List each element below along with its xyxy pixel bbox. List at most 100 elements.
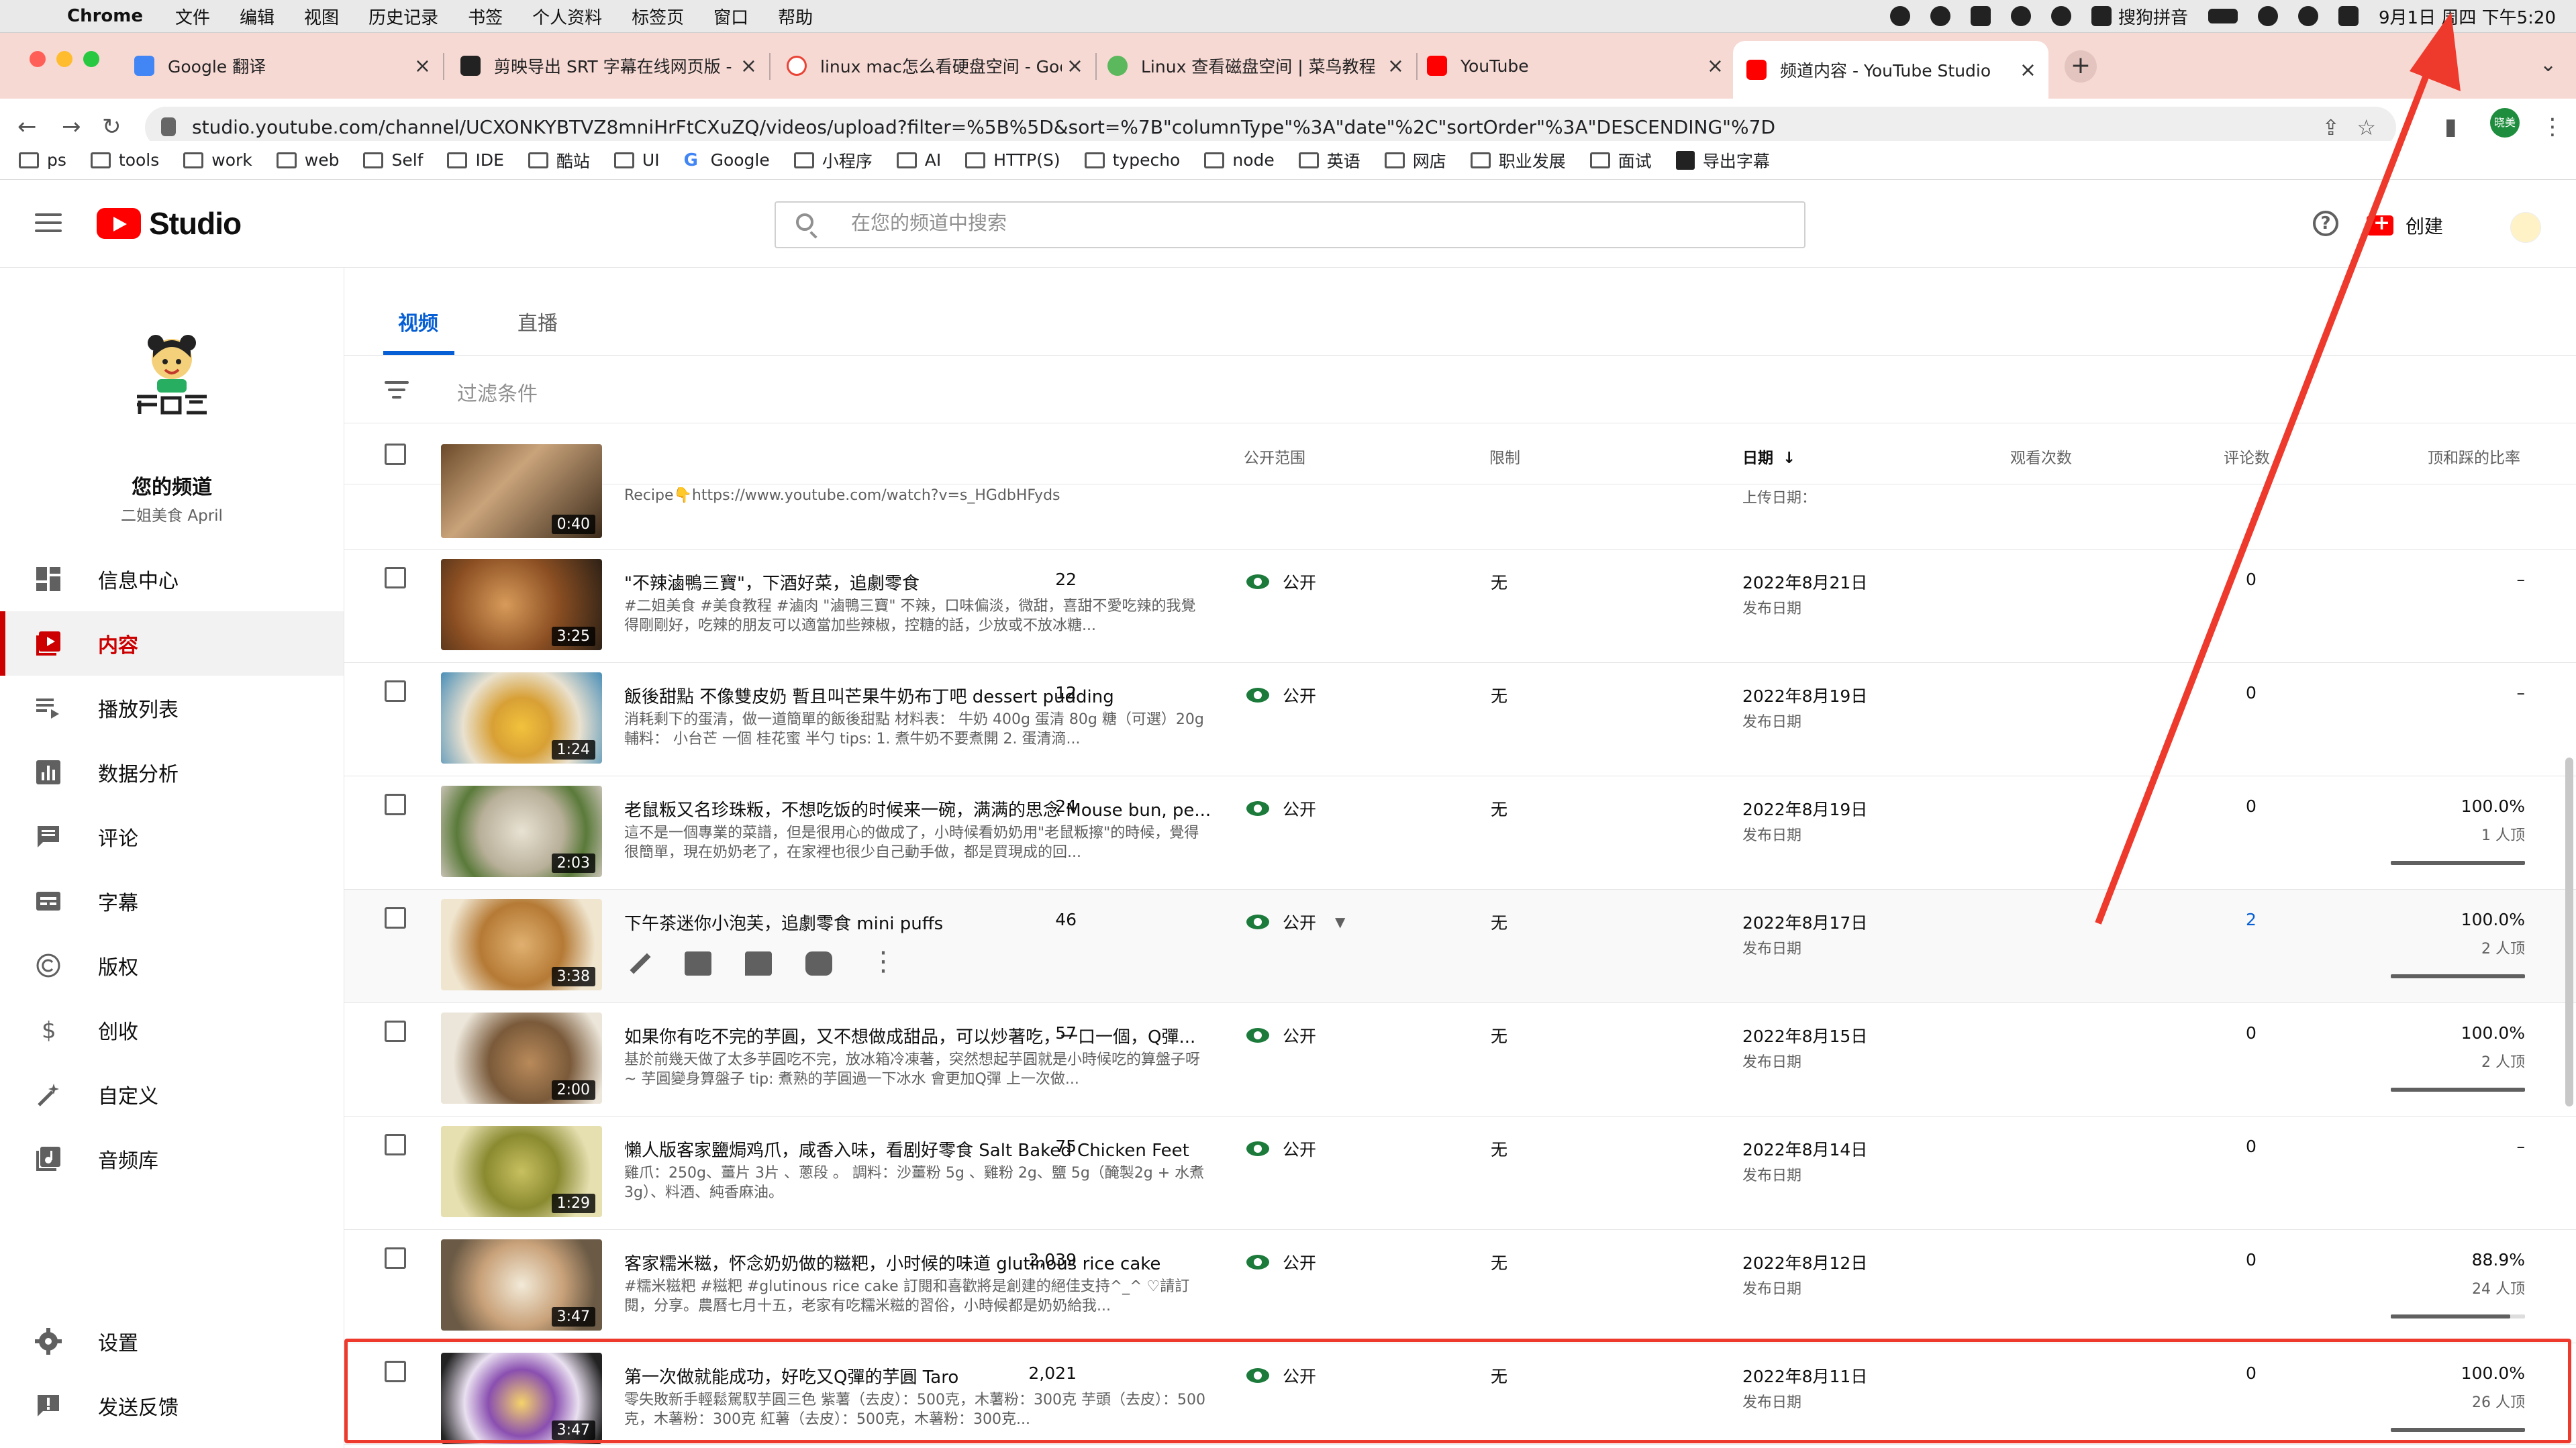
- sidebar-item-playlists[interactable]: 播放列表: [0, 676, 344, 740]
- menu-tab[interactable]: 标签页: [632, 4, 684, 29]
- table-row[interactable]: 2:03 老鼠粄又名珍珠粄，不想吃饭的时候来一碗，满满的思念 Mouse bun…: [344, 776, 2576, 890]
- studio-brand[interactable]: Studio: [149, 205, 242, 242]
- sogou-ime[interactable]: 搜狗拼音: [2091, 4, 2188, 29]
- hamburger-menu-icon[interactable]: [35, 213, 62, 238]
- youtube-logo-icon[interactable]: [97, 208, 141, 239]
- video-title[interactable]: 下午茶迷你小泡芙，追劇零食 mini puffs: [624, 910, 1215, 935]
- filter-icon[interactable]: [385, 381, 409, 403]
- window-minimize-button[interactable]: [56, 51, 72, 67]
- video-thumbnail[interactable]: 2:03: [441, 786, 602, 877]
- video-title[interactable]: 老鼠粄又名珍珠粄，不想吃饭的时候来一碗，满满的思念 Mouse bun, pe.…: [624, 796, 1215, 821]
- tab-youtube-studio[interactable]: 频道内容 - YouTube Studio ×: [1733, 41, 2048, 99]
- menu-edit[interactable]: 编辑: [240, 4, 275, 29]
- video-thumbnail[interactable]: 3:47: [441, 1239, 602, 1331]
- row-checkbox[interactable]: [385, 1247, 406, 1269]
- bookmark-folder[interactable]: 网店: [1384, 148, 1446, 172]
- bookmark-folder[interactable]: web: [276, 150, 339, 170]
- visibility-status[interactable]: 公开: [1246, 796, 1316, 821]
- bookmark-star-icon[interactable]: ☆: [2357, 115, 2376, 140]
- control-center-icon[interactable]: [2338, 6, 2359, 26]
- tab-runoob[interactable]: Linux 查看磁盘空间 | 菜鸟教程 ×: [1107, 41, 1418, 91]
- bookmark-folder[interactable]: IDE: [447, 150, 504, 170]
- menu-help[interactable]: 帮助: [778, 4, 813, 29]
- column-visibility[interactable]: 公开范围: [1244, 445, 1305, 468]
- visibility-status[interactable]: 公开: [1246, 1023, 1316, 1047]
- search-icon[interactable]: [796, 213, 813, 231]
- video-title[interactable]: 懶人版客家鹽焗鸡爪，咸香入味，看剧好零食 Salt Baked Chicken …: [624, 1137, 1215, 1161]
- tab-google-translate[interactable]: Google 翻译 ×: [134, 41, 444, 91]
- visibility-status[interactable]: 公开: [1246, 1137, 1316, 1161]
- menu-file[interactable]: 文件: [175, 4, 210, 29]
- lock-icon[interactable]: [161, 117, 176, 136]
- menu-view[interactable]: 视图: [304, 4, 339, 29]
- bookmark-folder[interactable]: node: [1204, 150, 1275, 170]
- url-text[interactable]: studio.youtube.com/channel/UCXONKYBTVZ8m…: [192, 116, 1775, 138]
- tab-srt-export[interactable]: 剪映导出 SRT 字幕在线网页版 - ×: [460, 41, 771, 91]
- sidebar-item-content[interactable]: 内容: [0, 611, 344, 676]
- sidebar-item-monetization[interactable]: $ 创收: [0, 998, 344, 1062]
- bookmark-google[interactable]: G Google: [684, 150, 770, 170]
- forward-arrow-icon[interactable]: →: [62, 113, 81, 140]
- analytics-icon[interactable]: [685, 951, 711, 976]
- wifi-icon[interactable]: [2258, 6, 2278, 26]
- sidebar-item-copyright[interactable]: 版权: [0, 933, 344, 998]
- filter-placeholder[interactable]: 过滤条件: [457, 377, 538, 407]
- wechat-icon[interactable]: [2010, 6, 2031, 26]
- bookmark-folder[interactable]: HTTP(S): [965, 150, 1060, 170]
- sidebar-item-analytics[interactable]: 数据分析: [0, 740, 344, 805]
- bookmark-folder[interactable]: Self: [363, 150, 423, 170]
- visibility-status[interactable]: 公开: [1246, 1250, 1316, 1274]
- bookmark-folder[interactable]: 面试: [1589, 148, 1652, 172]
- video-thumbnail[interactable]: 0:40: [441, 444, 602, 538]
- tab-google-search[interactable]: linux mac怎么看硬盘空间 - Goo ×: [787, 41, 1097, 91]
- close-tab-icon[interactable]: ×: [740, 54, 757, 78]
- create-button[interactable]: 创建: [2367, 205, 2443, 246]
- window-zoom-button[interactable]: [83, 51, 99, 67]
- tab-search-chevron-icon[interactable]: ⌄: [2540, 53, 2557, 76]
- menubar-clock[interactable]: 9月1日 周四 下午5:20: [2379, 4, 2556, 29]
- help-icon[interactable]: ?: [2313, 211, 2338, 236]
- table-row[interactable]: 0:40 Recipe👇https://www.youtube.com/watc…: [344, 444, 2576, 550]
- battery-icon[interactable]: [2208, 9, 2238, 23]
- sidebar-item-subtitles[interactable]: 字幕: [0, 869, 344, 933]
- table-row[interactable]: 3:25 "不辣滷鴨三寶"，下酒好菜，追劇零食 #二姐美食 #美食教程 #滷肉 …: [344, 550, 2576, 663]
- row-checkbox[interactable]: [385, 680, 406, 702]
- status-app-icon-2[interactable]: [2050, 6, 2071, 26]
- column-date[interactable]: 日期 ↓: [1742, 445, 1795, 468]
- close-tab-icon[interactable]: ×: [1707, 54, 1724, 78]
- row-checkbox[interactable]: [385, 1134, 406, 1155]
- channel-avatar[interactable]: [2510, 212, 2541, 243]
- table-row[interactable]: 2:00 如果你有吃不完的芋圓，又不想做成甜品，可以炒著吃，一口一個，Q彈...…: [344, 1003, 2576, 1117]
- more-options-icon[interactable]: [866, 946, 897, 977]
- visibility-status[interactable]: 公开: [1246, 683, 1316, 707]
- column-comments[interactable]: 评论数: [2224, 445, 2270, 468]
- menu-app-name[interactable]: Chrome: [67, 6, 143, 26]
- sidebar-item-customization[interactable]: 自定义: [0, 1062, 344, 1127]
- spotlight-icon[interactable]: [2298, 6, 2318, 26]
- bookmark-folder[interactable]: UI: [613, 150, 660, 170]
- sidebar-item-dashboard[interactable]: 信息中心: [0, 547, 344, 611]
- sidebar-item-feedback[interactable]: 发送反馈: [0, 1374, 344, 1438]
- table-row[interactable]: 3:38 下午茶迷你小泡芙，追劇零食 mini puffs 公开 ▼ 无 2022…: [344, 890, 2576, 1003]
- menu-profiles[interactable]: 个人资料: [532, 4, 602, 29]
- row-checkbox[interactable]: [385, 1021, 406, 1042]
- video-title[interactable]: 客家糯米糍，怀念奶奶做的糍粑，小时候的味道 glutinous rice cak…: [624, 1250, 1215, 1275]
- bookmark-folder[interactable]: typecho: [1084, 150, 1180, 170]
- tab-youtube[interactable]: YouTube ×: [1427, 41, 1736, 91]
- bookmark-folder[interactable]: ps: [19, 150, 66, 170]
- close-tab-icon[interactable]: ×: [1387, 54, 1404, 78]
- close-tab-icon[interactable]: ×: [1067, 54, 1083, 78]
- bookmark-export-subtitles[interactable]: 导出字幕: [1675, 148, 1770, 172]
- microphone-icon[interactable]: [1930, 6, 1950, 26]
- channel-logo[interactable]: [125, 327, 219, 421]
- bookmark-folder[interactable]: 酷站: [528, 148, 590, 172]
- table-row[interactable]: 3:47 客家糯米糍，怀念奶奶做的糍粑，小时候的味道 glutinous ric…: [344, 1230, 2576, 1343]
- edit-pencil-icon[interactable]: [624, 951, 651, 976]
- video-title[interactable]: 飯後甜點 不像雙皮奶 暫且叫芒果牛奶布丁吧 dessert pudding: [624, 683, 1215, 708]
- share-icon[interactable]: ⇪: [2322, 115, 2340, 140]
- column-like-ratio[interactable]: 顶和踩的比率: [2428, 445, 2520, 468]
- window-close-button[interactable]: [30, 51, 46, 67]
- row-checkbox[interactable]: [385, 567, 406, 588]
- chrome-menu-icon[interactable]: ⋮: [2541, 113, 2564, 140]
- menu-window[interactable]: 窗口: [713, 4, 748, 29]
